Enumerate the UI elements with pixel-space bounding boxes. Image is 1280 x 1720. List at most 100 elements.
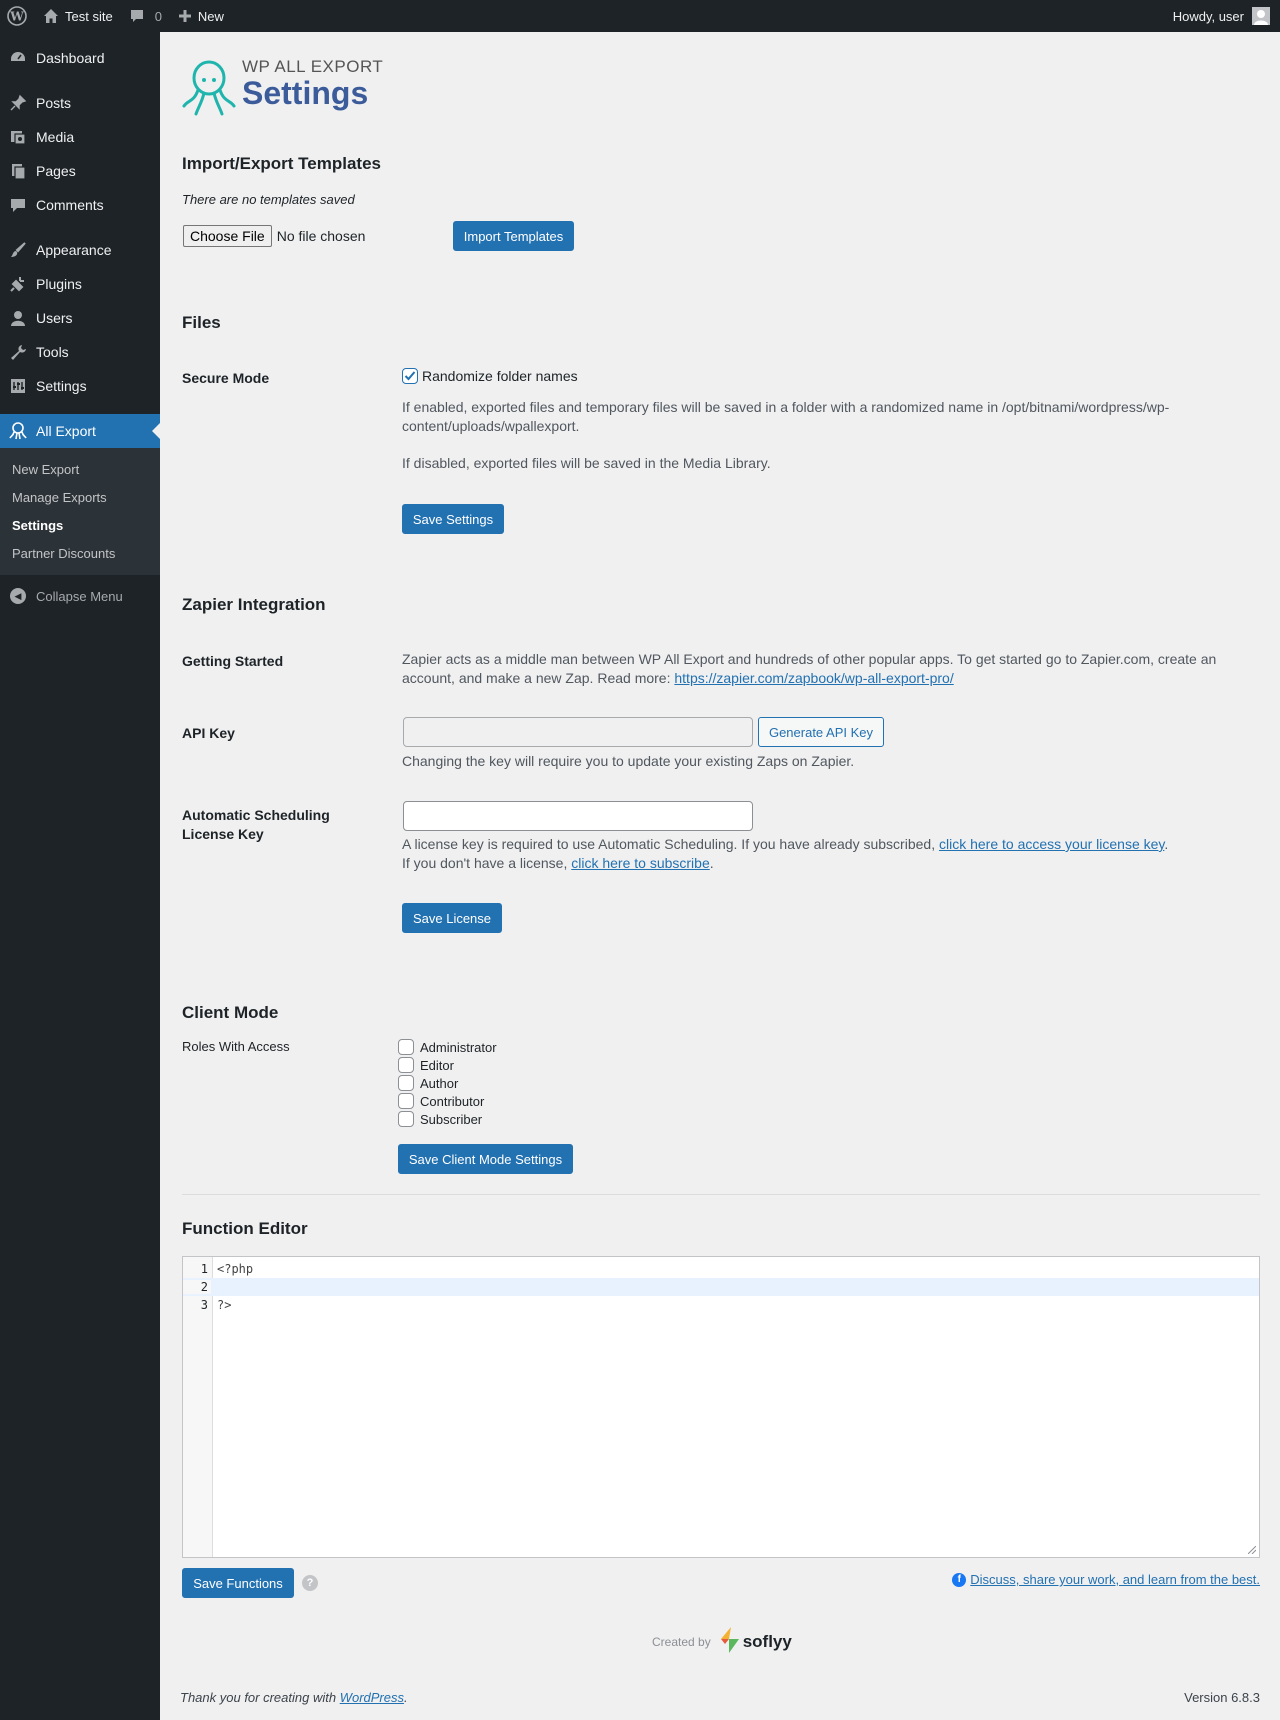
api-key-input[interactable] [403, 717, 753, 747]
save-license-button[interactable]: Save License [402, 903, 502, 933]
sidebar-item-users[interactable]: Users [0, 301, 160, 335]
license-note-period: . [1164, 836, 1169, 852]
discuss-link[interactable]: Discuss, share your work, and learn from… [970, 1572, 1260, 1587]
pin-icon [8, 93, 28, 113]
submenu-partner-discounts[interactable]: Partner Discounts [0, 539, 160, 567]
new-label: New [197, 8, 224, 24]
resize-handle-icon[interactable] [1248, 1546, 1256, 1554]
function-editor-heading: Function Editor [182, 1219, 308, 1238]
getting-started-text: Zapier acts as a middle man between WP A… [402, 650, 1232, 688]
role-label: Author [420, 1075, 459, 1091]
footer-version: Version 6.8.3 [1184, 1690, 1260, 1705]
role-label: Editor [420, 1057, 454, 1073]
sidebar-item-settings[interactable]: Settings [0, 369, 160, 403]
my-account-link[interactable]: Howdy, user [1165, 0, 1280, 32]
all-export-submenu: New Export Manage Exports Settings Partn… [0, 448, 160, 575]
comments-link[interactable]: 0 [121, 0, 170, 32]
function-code-editor[interactable]: 1 <?php 2 3 ?> [182, 1256, 1260, 1558]
sidebar-item-media[interactable]: Media [0, 120, 160, 154]
wordpress-link[interactable]: WordPress [340, 1690, 404, 1705]
save-functions-button[interactable]: Save Functions [182, 1568, 294, 1598]
client-mode-heading: Client Mode [182, 1003, 279, 1022]
generate-api-key-button[interactable]: Generate API Key [758, 717, 884, 747]
site-name-link[interactable]: Test site [35, 0, 121, 32]
line-number: 3 [200, 1298, 208, 1312]
randomize-folder-option[interactable]: Randomize folder names [402, 368, 578, 384]
discuss-link-wrap: f Discuss, share your work, and learn fr… [952, 1572, 1260, 1587]
sidebar-item-label: Plugins [36, 276, 82, 292]
page-title: Settings [242, 75, 369, 111]
admin-footer: Thank you for creating with WordPress. V… [180, 1690, 1260, 1705]
submenu-settings[interactable]: Settings [0, 511, 160, 539]
submenu-new-export[interactable]: New Export [0, 455, 160, 483]
randomize-checkbox[interactable] [402, 368, 418, 384]
role-checkbox[interactable] [398, 1075, 414, 1091]
license-note: A license key is required to use Automat… [402, 835, 1232, 873]
line-number: 2 [183, 1280, 211, 1294]
wrench-icon [8, 342, 28, 362]
plugin-icon [8, 274, 28, 294]
help-icon[interactable]: ? [302, 1575, 318, 1591]
sidebar-item-comments[interactable]: Comments [0, 188, 160, 222]
save-settings-button[interactable]: Save Settings [402, 504, 504, 534]
editor-line: 1 <?php [183, 1260, 1259, 1278]
admin-bar: W Test site 0 New Howdy, user [0, 0, 1280, 32]
secure-mode-enabled-desc: If enabled, exported files and temporary… [402, 399, 1170, 434]
sidebar-item-appearance[interactable]: Appearance [0, 233, 160, 267]
role-option[interactable]: Author [398, 1074, 497, 1092]
license-key-input[interactable] [403, 801, 753, 831]
sidebar-item-label: Dashboard [36, 50, 105, 66]
new-content-link[interactable]: New [170, 0, 232, 32]
editor-line: 3 ?> [183, 1296, 1259, 1314]
facebook-icon: f [952, 1572, 967, 1587]
admin-sidebar: Dashboard Posts Media Pages Comments App… [0, 32, 160, 1720]
collapse-menu-button[interactable]: ◀ Collapse Menu [0, 579, 160, 613]
save-client-mode-button[interactable]: Save Client Mode Settings [398, 1144, 573, 1174]
getting-started-label: Getting Started [182, 653, 284, 669]
sidebar-item-dashboard[interactable]: Dashboard [0, 41, 160, 75]
role-option[interactable]: Administrator [398, 1038, 497, 1056]
sidebar-item-label: Appearance [36, 242, 112, 258]
license-key-label: Automatic Scheduling License Key [182, 807, 330, 842]
choose-file-button[interactable]: Choose File [183, 225, 272, 247]
footer-thanks-text: Thank you for creating with [180, 1690, 340, 1705]
templates-heading: Import/Export Templates [182, 154, 381, 173]
sidebar-item-plugins[interactable]: Plugins [0, 267, 160, 301]
zapier-zapbook-link[interactable]: https://zapier.com/zapbook/wp-all-export… [674, 670, 953, 686]
sidebar-item-pages[interactable]: Pages [0, 154, 160, 188]
api-key-note: Changing the key will require you to upd… [402, 753, 855, 769]
soflyy-brand: soflyy [742, 1631, 792, 1651]
collapse-label: Collapse Menu [36, 588, 123, 604]
role-option[interactable]: Contributor [398, 1092, 497, 1110]
role-option[interactable]: Subscriber [398, 1110, 497, 1128]
role-checkbox[interactable] [398, 1093, 414, 1109]
sidebar-item-label: Posts [36, 95, 72, 111]
site-name: Test site [65, 8, 113, 24]
brush-icon [8, 240, 28, 260]
access-license-key-link[interactable]: click here to access your license key [939, 836, 1164, 852]
import-templates-button[interactable]: Import Templates [453, 221, 574, 251]
template-file-input[interactable]: Choose File No file chosen [183, 225, 365, 247]
section-divider [182, 1194, 1260, 1195]
roles-with-access-label: Roles With Access [182, 1039, 290, 1054]
license-note-period-2: . [709, 855, 714, 871]
sidebar-item-label: Pages [36, 163, 76, 179]
sidebar-item-tools[interactable]: Tools [0, 335, 160, 369]
role-checkbox[interactable] [398, 1057, 414, 1073]
subscribe-link[interactable]: click here to subscribe [571, 855, 710, 871]
wordpress-logo-icon[interactable]: W [0, 0, 35, 32]
submenu-manage-exports[interactable]: Manage Exports [0, 483, 160, 511]
secure-mode-disabled-desc: If disabled, exported files will be save… [402, 455, 771, 471]
role-checkbox[interactable] [398, 1039, 414, 1055]
role-option[interactable]: Editor [398, 1056, 497, 1074]
soflyy-logo-icon [719, 1626, 741, 1657]
sidebar-item-posts[interactable]: Posts [0, 86, 160, 120]
dashboard-icon [8, 48, 28, 68]
sidebar-item-all-export[interactable]: All Export [0, 414, 160, 448]
pages-icon [8, 161, 28, 181]
zapier-heading: Zapier Integration [182, 595, 326, 614]
role-checkbox[interactable] [398, 1111, 414, 1127]
license-note-2: If you don't have a license, [402, 855, 572, 871]
avatar [1252, 7, 1270, 25]
no-templates-note: There are no templates saved [182, 192, 355, 207]
